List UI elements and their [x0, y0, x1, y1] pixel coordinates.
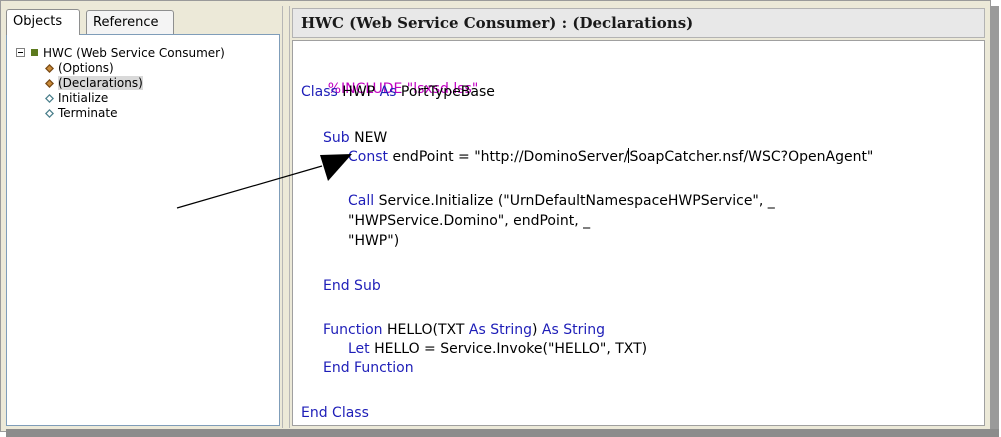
- code-line: End Sub: [323, 278, 381, 294]
- keyword: As String: [541, 322, 606, 338]
- lotusscript-event-icon: [45, 94, 54, 103]
- code-line: Function HELLO(TXT As String) As String: [323, 321, 605, 339]
- code-text: HELLO(TXT: [382, 322, 469, 338]
- objects-pane: Objects Reference HWC (Web Service Consu…: [4, 6, 281, 428]
- tab-objects[interactable]: Objects: [6, 9, 80, 35]
- tree-item-label: Initialize: [58, 91, 109, 105]
- pane-splitter[interactable]: [282, 6, 290, 428]
- keyword: Const: [348, 149, 388, 165]
- keyword: As: [379, 84, 397, 100]
- tree-item-root[interactable]: HWC (Web Service Consumer): [31, 45, 225, 61]
- keyword: Let: [348, 341, 370, 357]
- tree-item-label: HWC (Web Service Consumer): [43, 46, 225, 60]
- lotusscript-event-icon: [45, 79, 54, 88]
- code-text: endPoint = "http://DominoServer/: [388, 149, 629, 165]
- tree-item-terminate[interactable]: Terminate: [45, 105, 117, 121]
- keyword: Function: [323, 322, 383, 338]
- tree-item-initialize[interactable]: Initialize: [45, 90, 108, 106]
- code-text: PortTypeBase: [396, 84, 495, 100]
- script-pane: HWC (Web Service Consumer) : (Declaratio…: [292, 6, 987, 428]
- keyword: Class: [301, 84, 338, 100]
- keyword: Call: [348, 193, 375, 209]
- tree-item-label: (Options): [58, 61, 114, 75]
- code-text: NEW: [349, 130, 388, 146]
- window-shadow-bottom: [6, 429, 999, 437]
- window-shadow-right: [991, 6, 999, 436]
- code-line: Call Service.Initialize ("UrnDefaultName…: [348, 192, 775, 210]
- form-node-icon: [31, 49, 38, 56]
- code-line: End Class: [301, 405, 369, 421]
- collapse-minus-icon[interactable]: [16, 48, 25, 57]
- code-line: Const endPoint = "http://DominoServer/So…: [348, 148, 873, 166]
- code-line: "HWP"): [348, 233, 400, 249]
- code-text: Service.Initialize ("UrnDefaultNamespace…: [374, 193, 775, 209]
- editor-title: HWC (Web Service Consumer) : (Declaratio…: [292, 8, 985, 38]
- code-text: SoapCatcher.nsf/WSC?OpenAgent": [629, 149, 874, 165]
- lotusscript-event-icon: [45, 64, 54, 73]
- lotusscript-event-icon: [45, 109, 54, 118]
- code-line: Let HELLO = Service.Invoke("HELLO", TXT): [348, 340, 647, 358]
- script-editor[interactable]: %INCLUDE "lsxsd.lss" Class HWP As PortTy…: [292, 40, 985, 426]
- code-text: HWP: [337, 84, 380, 100]
- code-text: ): [531, 322, 542, 338]
- code-line: Class HWP As PortTypeBase: [301, 83, 495, 101]
- code-line: %INCLUDE "lsxsd.lss": [301, 62, 479, 97]
- tree-item-label: (Declarations): [58, 76, 143, 90]
- object-tree: HWC (Web Service Consumer) (Options) (De…: [6, 34, 280, 426]
- tree-item-options[interactable]: (Options): [45, 60, 114, 76]
- code-line: End Function: [323, 360, 414, 376]
- tree-item-label: Terminate: [58, 106, 118, 120]
- code-text: HELLO = Service.Invoke("HELLO", TXT): [369, 341, 648, 357]
- code-line: "HWPService.Domino", endPoint, _: [348, 213, 591, 229]
- keyword: Sub: [323, 130, 350, 146]
- code-line: Sub NEW: [323, 129, 387, 147]
- keyword: As String: [468, 322, 532, 338]
- tab-reference[interactable]: Reference: [86, 10, 174, 34]
- tree-item-declarations[interactable]: (Declarations): [45, 75, 143, 91]
